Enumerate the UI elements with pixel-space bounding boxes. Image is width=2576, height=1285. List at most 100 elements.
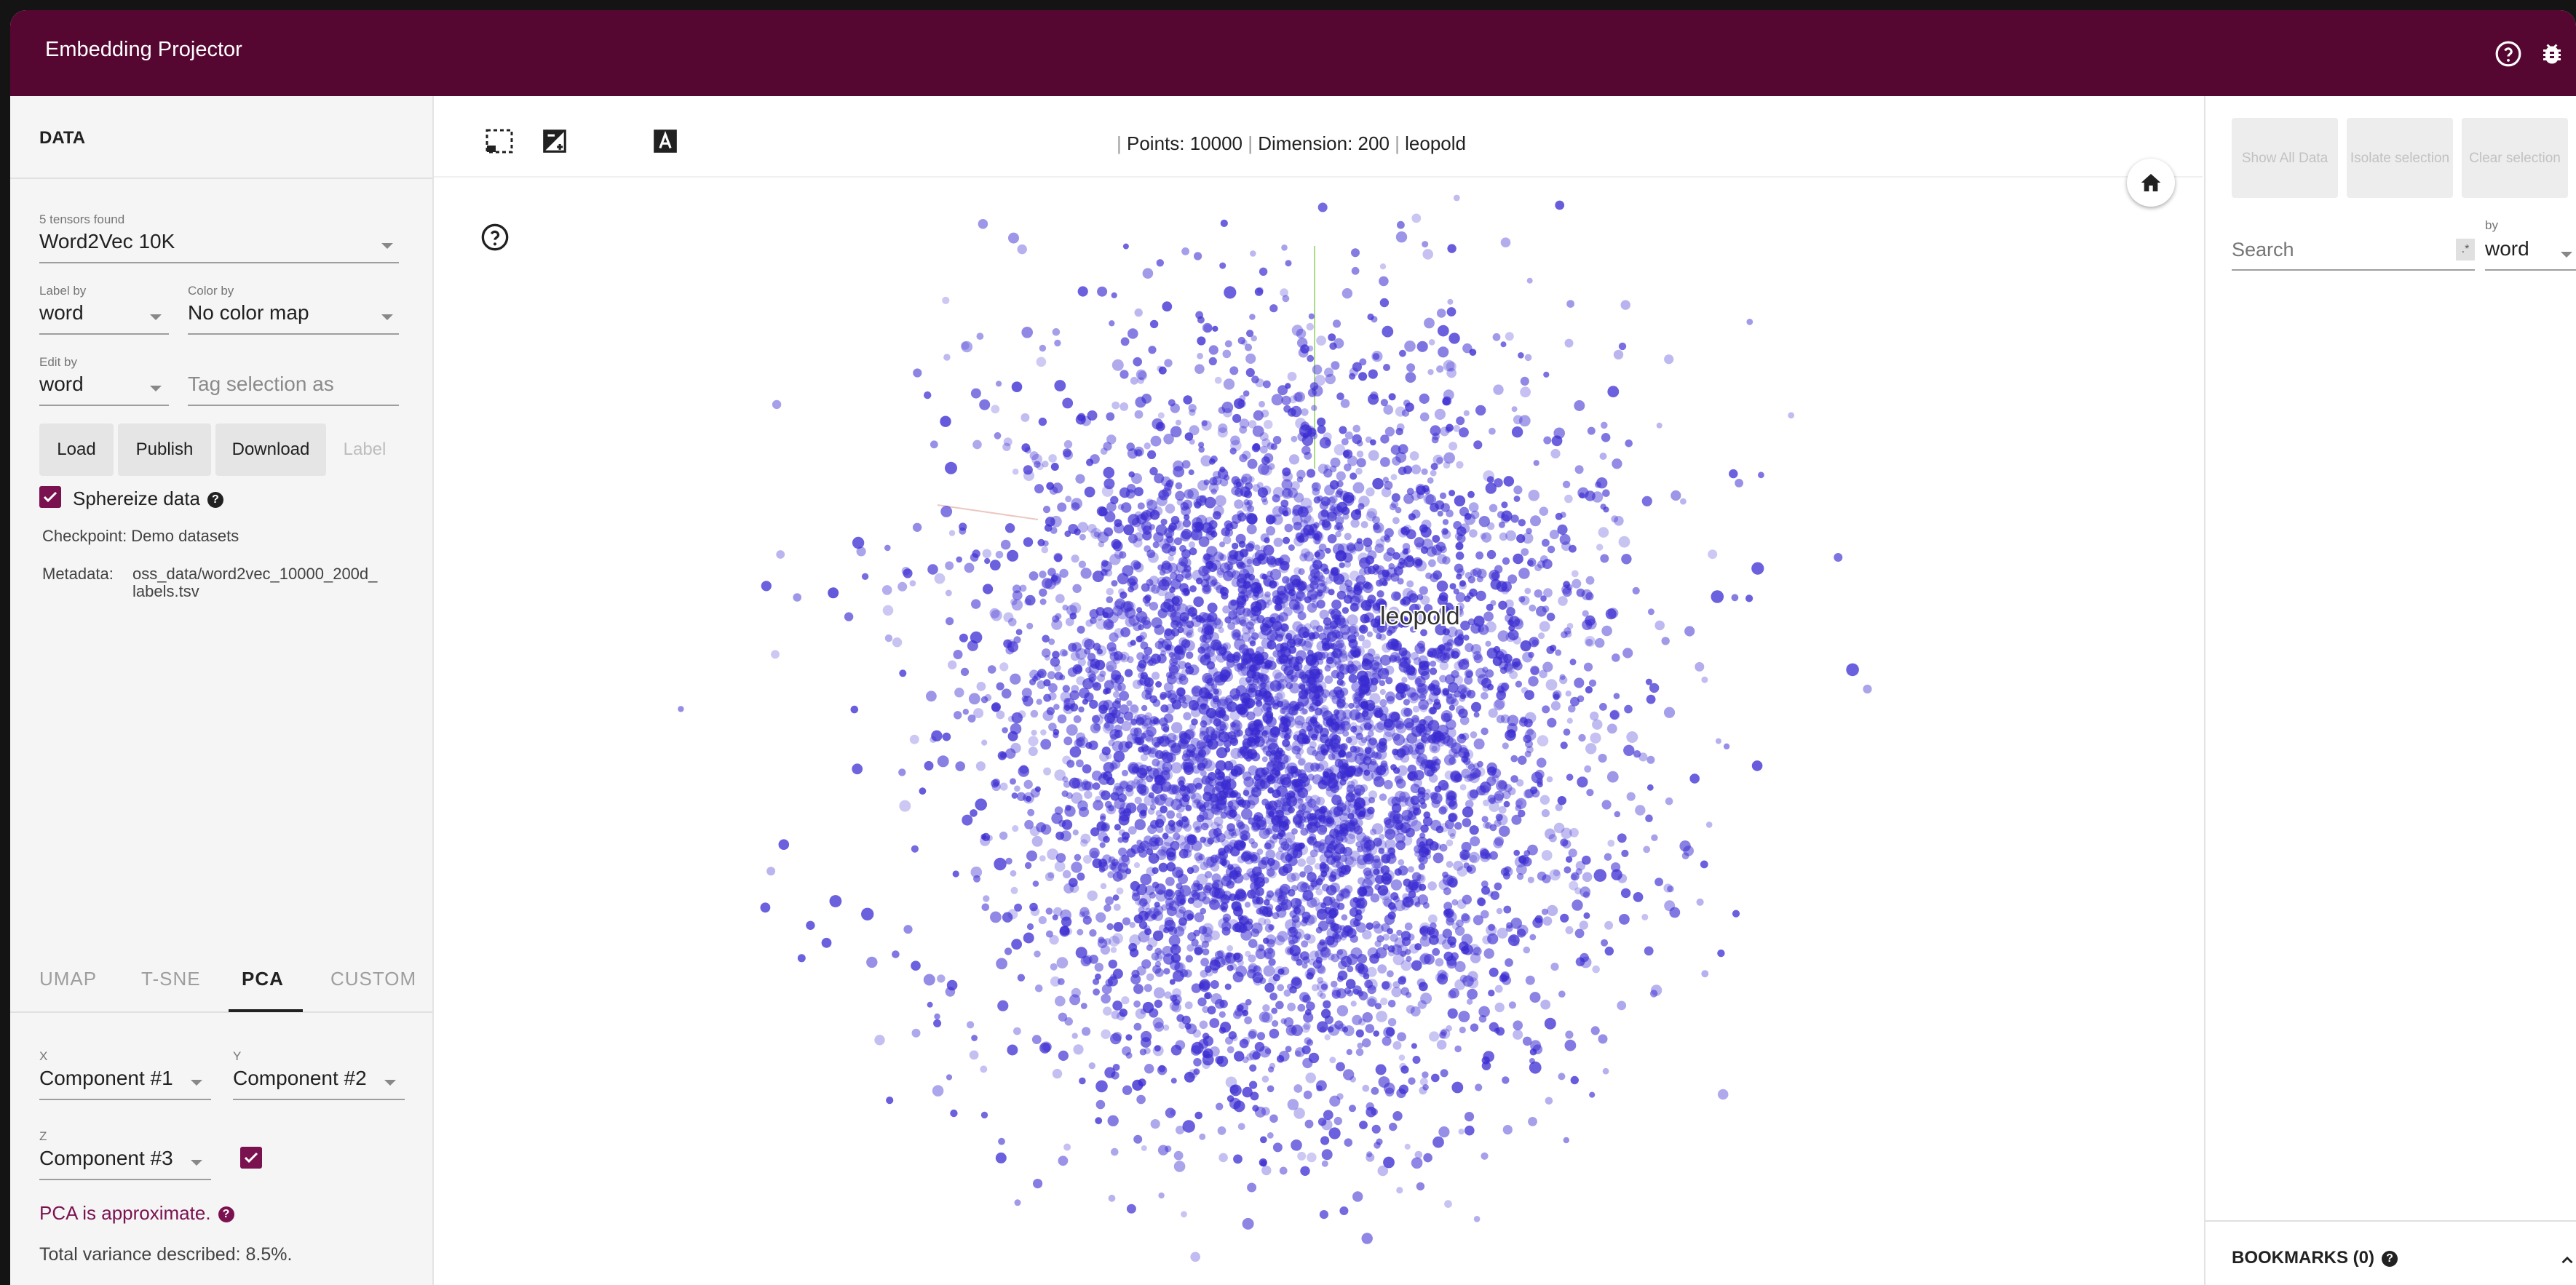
embedding-point[interactable] (1054, 861, 1066, 872)
embedding-point[interactable] (1270, 443, 1277, 450)
embedding-point[interactable] (1379, 633, 1387, 641)
embedding-point[interactable] (1050, 463, 1059, 471)
embedding-point[interactable] (1082, 915, 1092, 925)
embedding-point[interactable] (1248, 476, 1255, 483)
embedding-point[interactable] (1523, 718, 1533, 728)
embedding-point[interactable] (1261, 1107, 1270, 1116)
embedding-point[interactable] (1267, 1132, 1274, 1139)
embedding-point[interactable] (1496, 907, 1503, 915)
embedding-point[interactable] (1577, 776, 1588, 788)
embedding-point[interactable] (1503, 476, 1515, 487)
embedding-point[interactable] (1328, 737, 1341, 749)
embedding-point[interactable] (1369, 954, 1379, 964)
embedding-point[interactable] (1583, 912, 1590, 919)
embedding-point[interactable] (1262, 1004, 1270, 1012)
embedding-point[interactable] (1184, 589, 1190, 597)
embedding-point[interactable] (1344, 1138, 1353, 1147)
embedding-point[interactable] (940, 415, 951, 427)
pca-z-select[interactable]: Component #3 (39, 1147, 173, 1170)
embedding-point[interactable] (1547, 545, 1555, 554)
embedding-point[interactable] (1251, 821, 1258, 828)
embedding-point[interactable] (998, 1137, 1005, 1145)
embedding-point[interactable] (1108, 856, 1116, 864)
embedding-point[interactable] (1229, 963, 1237, 971)
embedding-point[interactable] (1199, 981, 1210, 992)
embedding-point[interactable] (1111, 359, 1124, 371)
embedding-point[interactable] (1498, 521, 1505, 528)
embedding-point[interactable] (1343, 1025, 1355, 1037)
embedding-point[interactable] (1566, 773, 1574, 781)
embedding-point[interactable] (1014, 1199, 1021, 1206)
embedding-point[interactable] (1077, 800, 1088, 811)
embedding-point[interactable] (1188, 404, 1197, 413)
embedding-point[interactable] (1359, 624, 1368, 634)
embedding-point[interactable] (1237, 959, 1244, 966)
embedding-point[interactable] (1100, 883, 1107, 890)
embedding-point[interactable] (1335, 516, 1344, 525)
embedding-point[interactable] (1053, 732, 1059, 739)
embedding-point[interactable] (927, 564, 938, 575)
embedding-point[interactable] (892, 950, 900, 958)
embedding-point[interactable] (1189, 439, 1195, 445)
embedding-point[interactable] (1458, 1011, 1470, 1022)
embedding-point[interactable] (1161, 560, 1171, 570)
embedding-point[interactable] (1538, 632, 1545, 640)
embedding-point[interactable] (1171, 944, 1178, 950)
embedding-point[interactable] (1109, 632, 1119, 642)
embedding-point[interactable] (1360, 842, 1372, 853)
embedding-point[interactable] (1118, 588, 1125, 595)
embedding-point[interactable] (1560, 741, 1568, 749)
embedding-point[interactable] (979, 399, 991, 410)
embedding-point[interactable] (1382, 896, 1392, 907)
embedding-point[interactable] (1429, 667, 1438, 675)
embedding-point[interactable] (1365, 436, 1372, 443)
embedding-point[interactable] (1125, 1052, 1133, 1059)
embedding-point[interactable] (976, 682, 986, 691)
embedding-point[interactable] (1366, 922, 1374, 930)
embedding-point[interactable] (1174, 962, 1184, 972)
embedding-point[interactable] (1258, 859, 1267, 870)
embedding-point[interactable] (1013, 1027, 1021, 1035)
embedding-point[interactable] (1317, 425, 1326, 434)
embedding-point[interactable] (1398, 1054, 1406, 1061)
embedding-point[interactable] (1429, 707, 1438, 715)
embedding-point[interactable] (1216, 1102, 1224, 1110)
embedding-point[interactable] (1344, 431, 1353, 439)
embedding-point[interactable] (1183, 762, 1194, 773)
embedding-point[interactable] (1128, 328, 1138, 339)
embedding-point[interactable] (1422, 902, 1430, 909)
embedding-point[interactable] (1415, 560, 1427, 572)
embedding-point[interactable] (1645, 678, 1652, 685)
embedding-point[interactable] (1272, 621, 1283, 632)
embedding-point[interactable] (1255, 378, 1264, 388)
embedding-point[interactable] (1371, 667, 1384, 680)
embedding-point[interactable] (1314, 375, 1325, 386)
embedding-point[interactable] (1317, 779, 1328, 789)
embedding-point[interactable] (1288, 544, 1295, 552)
embedding-point[interactable] (913, 368, 922, 378)
embedding-point[interactable] (1583, 662, 1593, 672)
embedding-point[interactable] (1330, 568, 1339, 576)
embedding-point[interactable] (1319, 1210, 1328, 1220)
embedding-point[interactable] (1209, 1018, 1220, 1028)
embedding-point[interactable] (1489, 427, 1496, 435)
embedding-point[interactable] (1301, 963, 1308, 969)
embedding-point[interactable] (1350, 647, 1361, 658)
embedding-point[interactable] (1501, 510, 1513, 522)
embedding-point[interactable] (1620, 888, 1631, 899)
embedding-point[interactable] (1106, 501, 1117, 512)
color-by-chevron-down-icon[interactable] (381, 314, 393, 320)
embedding-point[interactable] (1170, 762, 1182, 773)
embedding-point[interactable] (1246, 524, 1257, 535)
embedding-point[interactable] (1368, 369, 1378, 379)
embedding-point[interactable] (1108, 805, 1114, 812)
embedding-point[interactable] (1261, 1075, 1269, 1083)
embedding-point[interactable] (1341, 914, 1348, 921)
embedding-point[interactable] (1175, 482, 1183, 490)
embedding-point[interactable] (1291, 435, 1298, 442)
embedding-point[interactable] (1314, 551, 1320, 558)
embedding-point[interactable] (1012, 468, 1019, 475)
embedding-point[interactable] (1029, 902, 1038, 912)
embedding-point[interactable] (1010, 886, 1018, 894)
embedding-point[interactable] (1242, 1057, 1249, 1064)
